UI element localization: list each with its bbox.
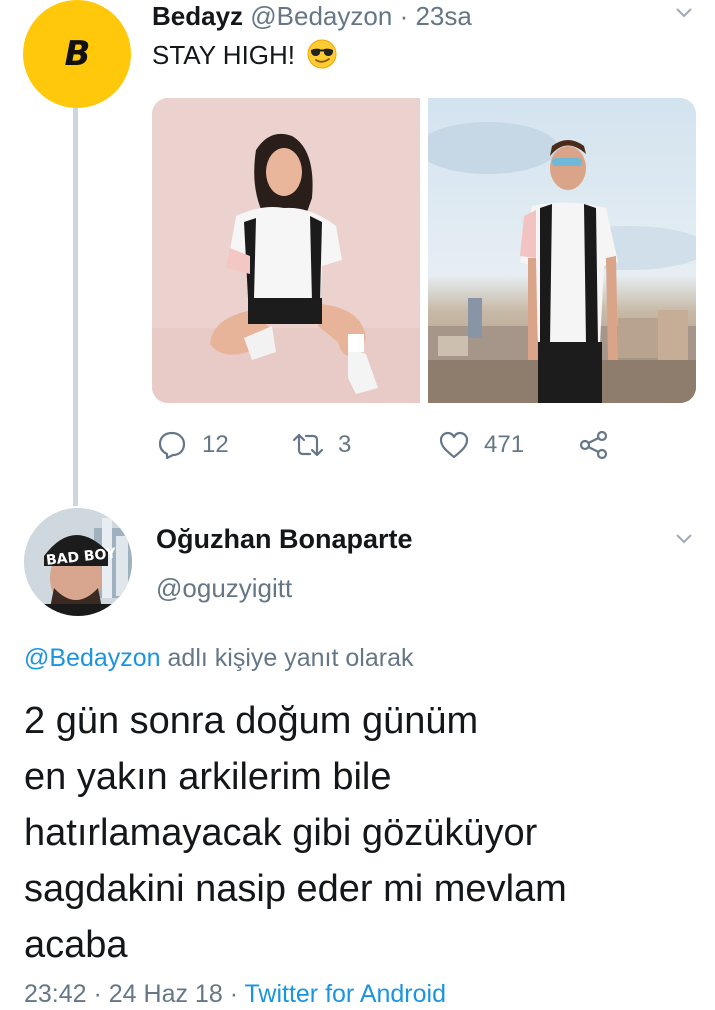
replying-to-suffix: adlı kişiye yanıt olarak	[167, 644, 414, 672]
bedayz-logo-glyph: B	[64, 34, 91, 74]
meta-separator: ·	[399, 1, 409, 31]
retweet-action[interactable]: 3	[292, 425, 351, 465]
reply-count: 12	[202, 431, 229, 458]
reply-tweet-text: 2 gün sonra doğum günüm en yakın arkiler…	[24, 693, 694, 973]
reply-display-name[interactable]: Oğuzhan Bonaparte	[156, 522, 413, 556]
like-action[interactable]: 471	[438, 425, 524, 465]
bedayz-avatar[interactable]: B	[23, 0, 131, 108]
reply-bubble-icon	[158, 431, 186, 460]
reply-text-line: sagdakini nasip eder mi mevlam	[24, 868, 567, 910]
tweet-media-grid	[152, 98, 696, 403]
oguzhan-avatar[interactable]: BAD BOY	[24, 508, 132, 616]
parent-tweet-header: Bedayz @Bedayzon · 23sa	[152, 0, 472, 32]
parent-chevron-down-icon[interactable]	[675, 4, 693, 22]
reply-text-line: hatırlamayacak gibi gözüküyor	[24, 812, 538, 854]
sunglasses-emoji-icon	[307, 39, 337, 69]
parent-display-name[interactable]: Bedayz	[152, 1, 243, 31]
retweet-count: 3	[338, 431, 352, 458]
parent-handle[interactable]: @Bedayzon	[250, 1, 392, 31]
thread-connector-line	[73, 108, 78, 506]
parent-timestamp[interactable]: 23sa	[415, 1, 471, 31]
reply-text-line: acaba	[24, 924, 128, 966]
like-count: 471	[484, 431, 525, 458]
heart-icon	[439, 431, 469, 459]
parent-tweet-text-row: STAY HIGH!	[152, 38, 338, 71]
photo-woman-sitting[interactable]	[152, 98, 420, 403]
replying-to-mention-link[interactable]: @Bedayzon	[24, 644, 161, 672]
photo-man-standing[interactable]	[428, 98, 696, 403]
reply-chevron-down-icon[interactable]	[675, 530, 693, 548]
reply-source-link[interactable]: Twitter for Android	[245, 980, 446, 1008]
reply-text-line: 2 gün sonra doğum günüm	[24, 700, 479, 742]
share-action[interactable]	[578, 425, 624, 465]
photo-man-illustration	[428, 122, 696, 403]
share-icon	[579, 430, 608, 460]
reply-text-line: en yakın arkilerim bile	[24, 756, 392, 798]
reply-timestamp: 23:42 · 24 Haz 18 ·	[24, 980, 245, 1008]
photo-woman-illustration	[152, 98, 420, 403]
avatar-photo: BAD BOY	[24, 508, 132, 616]
reply-footer-meta: 23:42 · 24 Haz 18 · Twitter for Android	[24, 978, 446, 1010]
parent-tweet-text: STAY HIGH!	[152, 40, 296, 70]
retweet-icon	[292, 433, 324, 457]
reply-action[interactable]: 12	[156, 425, 229, 465]
replying-to-context: @Bedayzon adlı kişiye yanıt olarak	[24, 642, 413, 674]
reply-handle[interactable]: @oguzyigitt	[156, 572, 292, 604]
